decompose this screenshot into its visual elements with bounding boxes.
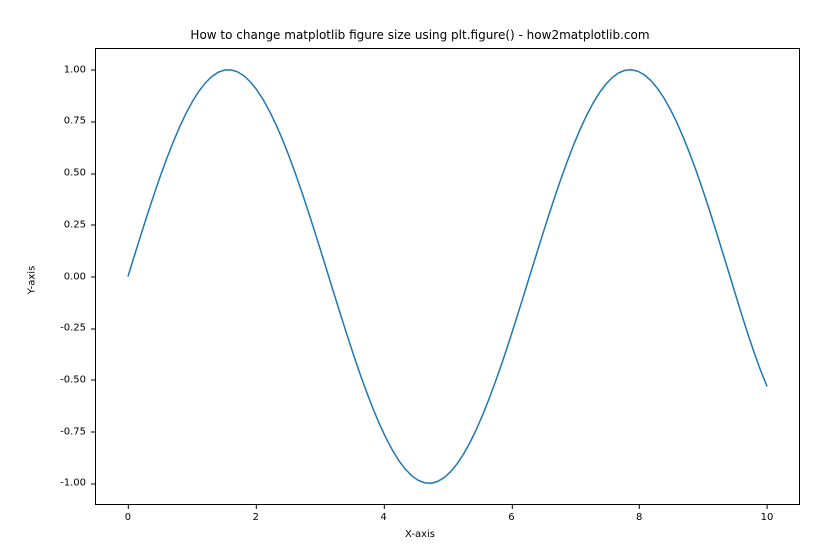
y-tick: -0.75: [60, 426, 96, 437]
y-tick: 0.25: [64, 219, 96, 230]
chart-title: How to change matplotlib figure size usi…: [0, 28, 840, 42]
y-tick: -0.25: [60, 323, 96, 334]
y-tick: -1.00: [60, 478, 96, 489]
figure: How to change matplotlib figure size usi…: [0, 0, 840, 560]
plot-area: -1.00-0.75-0.50-0.250.000.250.500.751.00…: [95, 48, 800, 505]
series-line: [128, 70, 767, 483]
y-tick: 1.00: [64, 64, 96, 75]
x-axis-label: X-axis: [0, 529, 840, 540]
y-tick: -0.50: [60, 374, 96, 385]
x-tick: 0: [125, 504, 131, 523]
x-tick: 8: [636, 504, 642, 523]
x-tick: 6: [508, 504, 514, 523]
y-tick: 0.50: [64, 168, 96, 179]
y-tick: 0.00: [64, 271, 96, 282]
y-tick: 0.75: [64, 116, 96, 127]
x-tick: 2: [253, 504, 259, 523]
y-axis-label: Y-axis: [27, 266, 38, 295]
line-plot-svg: [96, 49, 799, 504]
x-tick: 10: [761, 504, 774, 523]
x-tick: 4: [380, 504, 386, 523]
